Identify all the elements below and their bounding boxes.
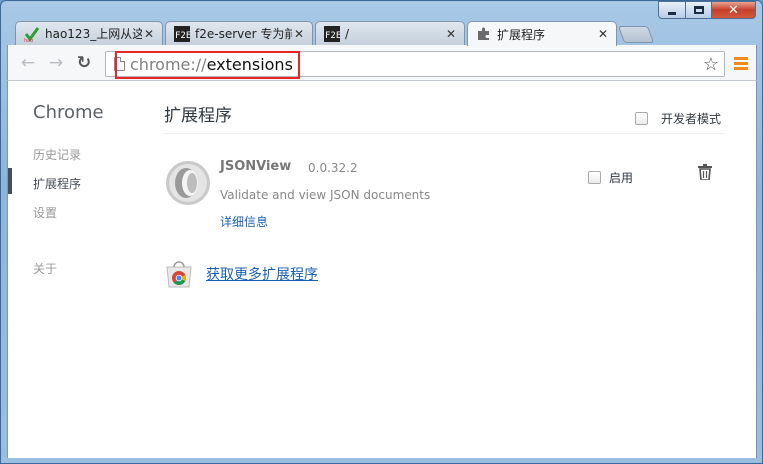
developer-mode-label: 开发者模式 [660, 112, 721, 126]
hao123-icon: hao [24, 26, 40, 42]
tab-close-icon[interactable]: ✕ [292, 27, 306, 41]
chrome-web-store-icon [166, 261, 192, 288]
new-tab-button[interactable] [617, 26, 655, 43]
url-text[interactable]: chrome://extensions [130, 55, 293, 74]
get-more-extensions: 获取更多扩展程序 [164, 259, 318, 289]
window-controls: ✕ [658, 1, 756, 21]
browser-window: ✕ hao hao123_上网从这 ✕ F2E f2e-server 专为前 ✕… [0, 0, 763, 464]
extension-name: JSONView [220, 159, 292, 174]
extension-enable-toggle[interactable]: 启用 [588, 169, 633, 186]
sidebar-item-history[interactable]: 历史记录 [33, 146, 81, 163]
tab-title: f2e-server 专为前 [195, 27, 292, 41]
menu-icon[interactable] [734, 57, 748, 72]
extension-item: JSONView 0.0.32.2 Validate and view JSON… [164, 157, 724, 237]
svg-text:hao: hao [24, 38, 33, 42]
sidebar-item-settings[interactable]: 设置 [33, 204, 57, 221]
f2e-icon: F2E [324, 25, 340, 42]
sidebar-item-extensions[interactable]: 扩展程序 [33, 175, 81, 192]
toolbar: ← → ↻ chrome://extensions ☆ [7, 45, 757, 81]
trash-icon[interactable] [698, 164, 712, 180]
bookmark-star-icon[interactable]: ☆ [703, 54, 719, 75]
maximize-button[interactable] [685, 1, 711, 19]
sidebar: Chrome 历史记录 扩展程序 设置 关于 [8, 81, 158, 458]
page-title: 扩展程序 [164, 106, 232, 126]
sidebar-brand: Chrome [33, 102, 104, 123]
tab-strip: hao hao123_上网从这 ✕ F2E f2e-server 专为前 ✕ F… [15, 21, 715, 46]
puzzle-icon [476, 26, 492, 42]
sidebar-item-about[interactable]: 关于 [33, 260, 57, 277]
page-content: Chrome 历史记录 扩展程序 设置 关于 扩展程序 开发者模式 JSONVi… [7, 81, 757, 458]
tab-extensions[interactable]: 扩展程序 ✕ [467, 21, 617, 46]
tab-hao123[interactable]: hao hao123_上网从这 ✕ [15, 21, 163, 45]
enable-label: 启用 [609, 171, 634, 185]
extension-details-link[interactable]: 详细信息 [220, 213, 268, 230]
extension-version: 0.0.32.2 [308, 161, 358, 175]
tab-root[interactable]: F2E / ✕ [315, 21, 465, 45]
tab-title: / [345, 26, 350, 41]
sidebar-selected-marker [8, 168, 12, 194]
forward-arrow-icon[interactable]: → [46, 53, 66, 73]
extension-description: Validate and view JSON documents [220, 188, 431, 202]
minimize-button[interactable] [658, 1, 685, 19]
main-panel: 扩展程序 开发者模式 JSONView 0.0.32.2 Validate an… [164, 81, 724, 458]
developer-mode-toggle[interactable]: 开发者模式 [634, 110, 721, 127]
url-scheme: chrome:// [130, 55, 207, 74]
back-arrow-icon[interactable]: ← [18, 53, 38, 73]
address-bar[interactable]: chrome://extensions ☆ [105, 51, 725, 79]
header-divider [164, 133, 724, 134]
enable-checkbox[interactable] [588, 171, 601, 184]
reload-icon[interactable]: ↻ [74, 53, 94, 73]
jsonview-icon [166, 161, 210, 205]
get-more-extensions-link[interactable]: 获取更多扩展程序 [206, 264, 318, 284]
svg-text:F2E: F2E [175, 31, 190, 41]
minimize-icon [668, 11, 676, 15]
tab-title: 扩展程序 [497, 27, 546, 42]
close-icon: ✕ [728, 2, 739, 18]
tab-title: hao123_上网从这 [45, 27, 142, 41]
developer-mode-checkbox[interactable] [634, 112, 648, 125]
svg-text:F2E: F2E [325, 31, 340, 41]
maximize-icon [693, 6, 704, 14]
tab-close-icon[interactable]: ✕ [444, 27, 458, 41]
tab-close-icon[interactable]: ✕ [142, 27, 156, 41]
tab-f2e-server[interactable]: F2E f2e-server 专为前 ✕ [165, 21, 313, 45]
tab-close-icon[interactable]: ✕ [596, 27, 610, 41]
url-host: extensions [206, 55, 293, 74]
f2e-icon: F2E [174, 25, 190, 42]
close-window-button[interactable]: ✕ [711, 1, 756, 19]
